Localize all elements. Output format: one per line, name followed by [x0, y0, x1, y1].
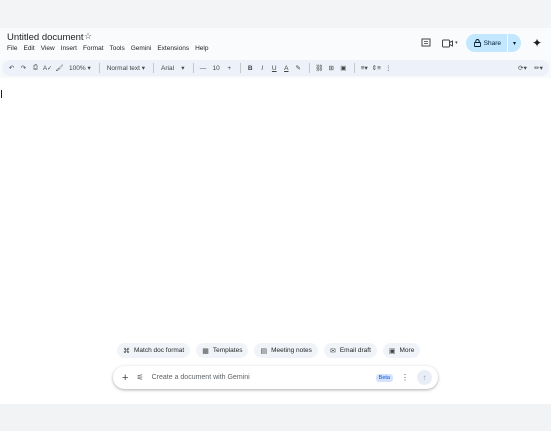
menu-tools[interactable]: Tools	[110, 45, 125, 52]
gemini-spark-icon[interactable]: ✦	[529, 36, 545, 50]
meeting-notes-icon: ▤	[260, 347, 268, 355]
format-match-icon: ⌘	[123, 347, 130, 355]
text-cursor	[1, 90, 2, 98]
chevron-down-icon: ▾	[181, 65, 185, 72]
undo-icon[interactable]: ↶	[6, 62, 17, 74]
gemini-prompt-input[interactable]: Create a document with Gemini	[152, 374, 376, 381]
menu-insert[interactable]: Insert	[61, 45, 77, 52]
share-dropdown-icon[interactable]: ▾	[507, 34, 521, 52]
menu-format[interactable]: Format	[83, 45, 104, 52]
link-icon[interactable]: ⛓︎	[314, 62, 325, 74]
divider	[353, 63, 355, 73]
chevron-down-icon: ▾	[455, 40, 458, 46]
more-icon: ▣	[388, 347, 396, 355]
share-main[interactable]: Share	[466, 34, 507, 52]
menu-gemini[interactable]: Gemini	[131, 45, 152, 52]
edit-history-icon[interactable]: ⟳▾	[517, 62, 528, 74]
more-vert-icon[interactable]: ⋮	[401, 373, 409, 382]
bold-icon[interactable]: B	[245, 62, 256, 74]
divider	[308, 63, 310, 73]
more-options-icon[interactable]: ⋮	[383, 62, 394, 74]
font-select[interactable]: Arial ▾	[158, 62, 188, 74]
chip-label: Email draft	[339, 347, 371, 354]
footer-strip	[0, 404, 551, 431]
chip-templates[interactable]: ▦ Templates	[196, 343, 249, 358]
send-arrow-icon[interactable]: ↑	[417, 370, 432, 385]
text-color-icon[interactable]: A	[281, 62, 292, 74]
chip-label: More	[399, 347, 415, 354]
image-icon[interactable]: ▣	[338, 62, 349, 74]
menu-help[interactable]: Help	[195, 45, 208, 52]
chip-label: Meeting notes	[271, 347, 312, 354]
increase-font-size-button[interactable]: +	[224, 62, 235, 74]
chevron-down-icon: ▾	[87, 65, 91, 72]
tune-icon[interactable]: ⚟	[136, 373, 143, 382]
chip-email-draft[interactable]: ✉ Email draft	[323, 343, 377, 358]
zoom-select[interactable]: 100% ▾	[66, 62, 94, 74]
menu-edit[interactable]: Edit	[23, 45, 34, 52]
header-actions: ▾ Share ▾ ✦	[418, 34, 545, 52]
underline-icon[interactable]: U	[269, 62, 280, 74]
divider	[98, 63, 100, 73]
docs-header: Untitled document ☆ File Edit View Inser…	[0, 28, 551, 60]
divider	[192, 63, 194, 73]
editing-mode-icon[interactable]: ✏︎▾	[533, 62, 544, 74]
decrease-font-size-button[interactable]: —	[198, 62, 209, 74]
chip-label: Match doc format	[134, 347, 185, 354]
highlight-icon[interactable]: ✎	[293, 62, 304, 74]
font-value: Arial	[161, 64, 175, 72]
add-icon[interactable]: +	[122, 372, 128, 384]
divider	[153, 63, 155, 73]
chip-more[interactable]: ▣ More	[382, 343, 421, 358]
menu-file[interactable]: File	[7, 45, 17, 52]
font-size-input[interactable]: 10	[210, 62, 223, 74]
menu-extensions[interactable]: Extensions	[157, 45, 189, 52]
email-icon: ✉	[329, 347, 336, 355]
italic-icon[interactable]: I	[257, 62, 268, 74]
line-spacing-icon[interactable]: ⇕≡	[371, 62, 382, 74]
document-title[interactable]: Untitled document	[7, 32, 84, 43]
menu-view[interactable]: View	[41, 45, 55, 52]
style-select[interactable]: Normal text ▾	[104, 62, 148, 74]
video-camera-icon	[442, 39, 454, 47]
style-value: Normal text	[106, 64, 140, 72]
share-label: Share	[483, 39, 501, 47]
star-icon[interactable]: ☆	[84, 31, 92, 42]
gemini-composer: + ⚟ Create a document with Gemini Beta ⋮…	[113, 366, 438, 389]
share-button[interactable]: Share ▾	[465, 34, 521, 52]
align-icon[interactable]: ≡▾	[359, 62, 370, 74]
chevron-down-icon: ▾	[141, 65, 146, 72]
chip-meeting-notes[interactable]: ▤ Meeting notes	[254, 343, 318, 358]
templates-icon: ▦	[202, 347, 209, 355]
redo-icon[interactable]: ↷	[18, 62, 29, 74]
divider	[239, 63, 241, 73]
menu-bar: File Edit View Insert Format Tools Gemin…	[7, 45, 208, 52]
formatting-toolbar: ↶ ↷ ⎙ A✓ 🖌︎ 100% ▾ Normal text ▾ Arial ▾…	[2, 60, 549, 76]
spellcheck-icon[interactable]: A✓	[42, 62, 53, 74]
zoom-value: 100%	[69, 64, 86, 72]
comments-icon[interactable]	[418, 35, 434, 51]
toolbar-right: ⟳▾ ✏︎▾	[517, 62, 545, 74]
lock-icon	[473, 39, 481, 47]
paint-format-icon[interactable]: 🖌︎	[54, 62, 65, 74]
comment-add-icon[interactable]: ⊞	[326, 62, 337, 74]
meet-button[interactable]: ▾	[442, 39, 458, 48]
chip-match-doc-format[interactable]: ⌘ Match doc format	[117, 343, 191, 358]
chip-label: Templates	[212, 347, 243, 354]
beta-badge: Beta	[375, 373, 393, 382]
print-icon[interactable]: ⎙	[30, 62, 41, 74]
gemini-suggestion-chips: ⌘ Match doc format ▦ Templates ▤ Meeting…	[117, 343, 421, 358]
browser-top-strip	[0, 0, 551, 28]
